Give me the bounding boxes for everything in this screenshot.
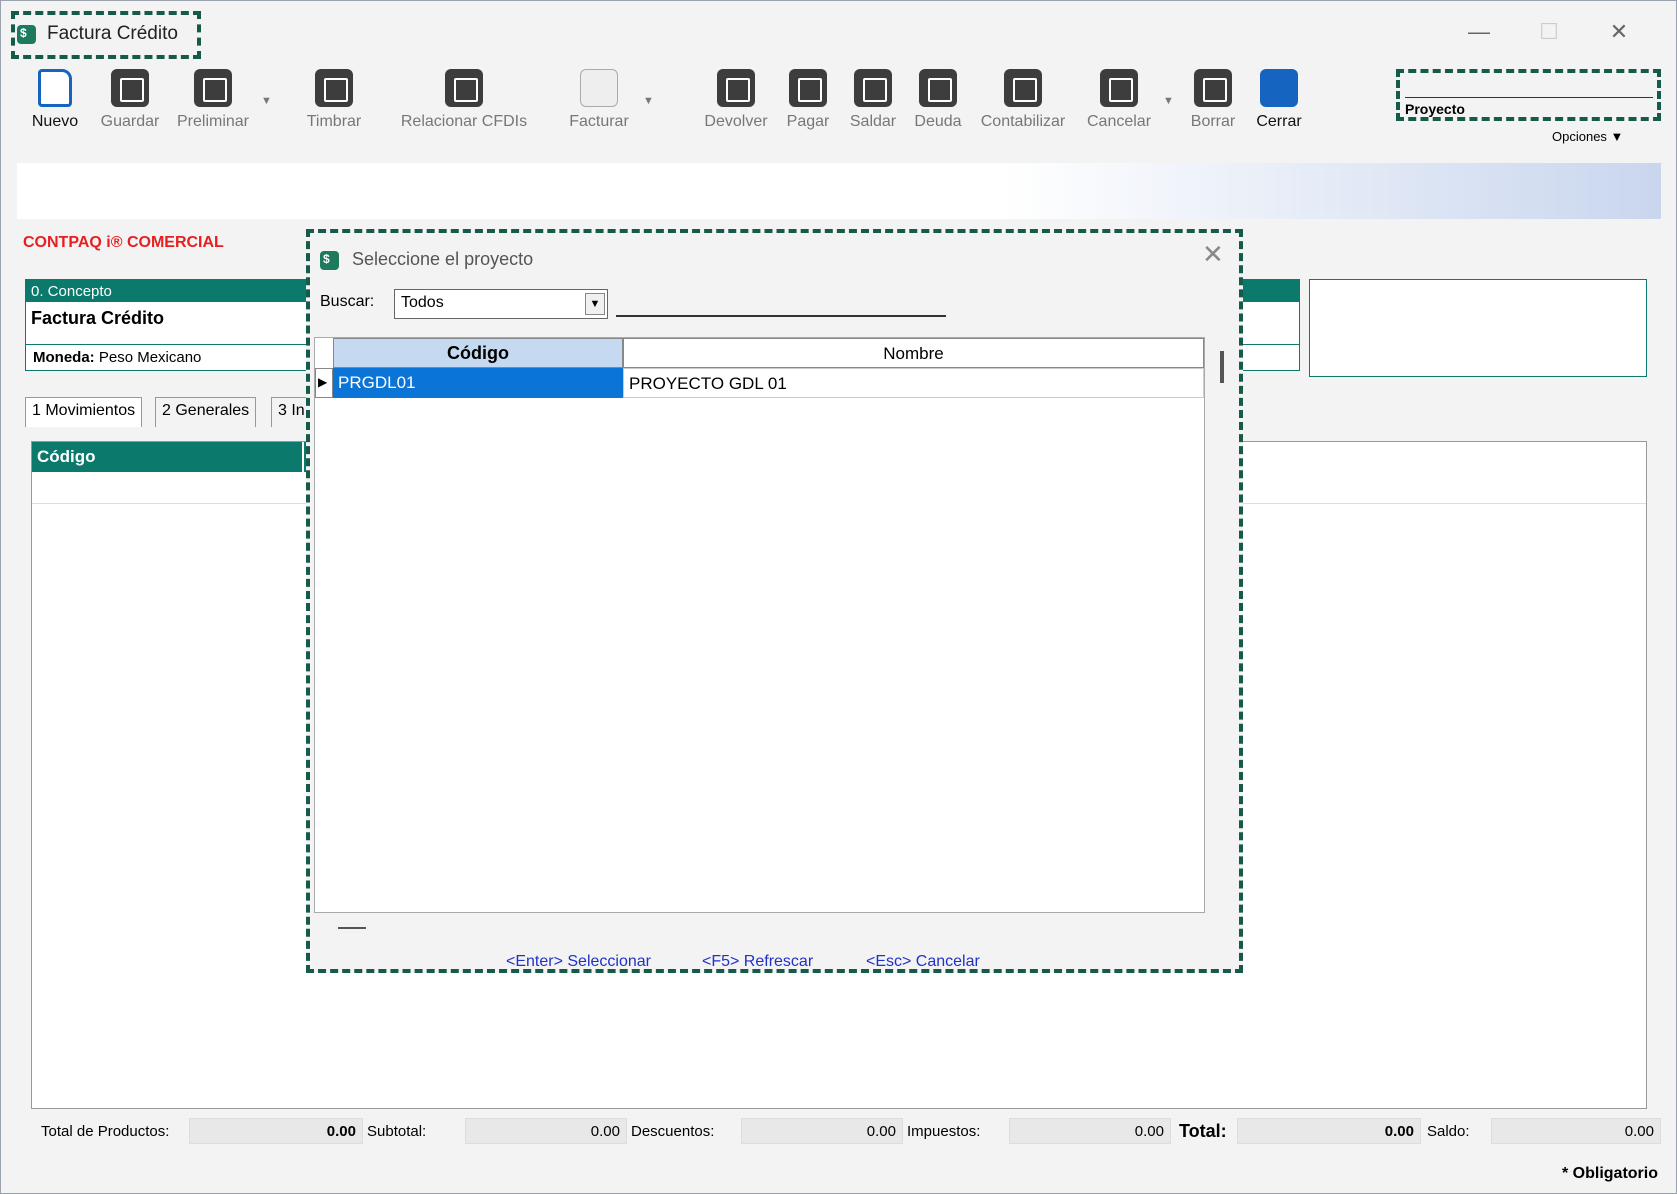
proyecto-grid: Código Nombre ▶ PRGDL01 PROYECTO GDL 01 bbox=[314, 337, 1205, 913]
exit-icon bbox=[1260, 69, 1298, 107]
col-codigo-header[interactable]: Código bbox=[333, 338, 623, 368]
proyecto-label: Proyecto bbox=[1405, 101, 1465, 117]
borrar-button[interactable]: Borrar bbox=[1185, 69, 1241, 131]
close-button[interactable]: ✕ bbox=[1599, 17, 1639, 47]
proyecto-underline bbox=[1405, 97, 1653, 98]
total-value: 0.00 bbox=[1237, 1118, 1421, 1144]
table-row-codigo[interactable]: PRGDL01 bbox=[333, 368, 623, 398]
buscar-label: Buscar: bbox=[320, 293, 375, 310]
pagar-label: Pagar bbox=[786, 113, 830, 130]
moneda-label: Moneda: bbox=[33, 349, 95, 366]
new-document-icon bbox=[38, 69, 72, 107]
preview-icon bbox=[194, 69, 232, 107]
invoice-icon bbox=[580, 69, 618, 107]
copy-docs-icon bbox=[445, 69, 483, 107]
cerrar-button[interactable]: Cerrar bbox=[1251, 69, 1307, 131]
title-highlight bbox=[11, 11, 201, 59]
dialog-divider bbox=[310, 913, 1239, 917]
chevron-down-icon[interactable]: ▼ bbox=[585, 293, 605, 315]
impuestos-label: Impuestos: bbox=[907, 1123, 981, 1140]
total-productos-label: Total de Productos: bbox=[41, 1123, 170, 1140]
seleccione-proyecto-dialog: Seleccione el proyecto ✕ Buscar: Todos ▼… bbox=[306, 229, 1243, 973]
enter-shortcut[interactable]: <Enter> Seleccionar bbox=[506, 953, 651, 971]
ledger-icon bbox=[1004, 69, 1042, 107]
payment-icon bbox=[789, 69, 827, 107]
dialog-close-button[interactable]: ✕ bbox=[1202, 239, 1224, 270]
f5-shortcut[interactable]: <F5> Refrescar bbox=[702, 953, 813, 971]
cerrar-label: Cerrar bbox=[1256, 113, 1302, 130]
deuda-label: Deuda bbox=[914, 113, 962, 130]
pagar-button[interactable]: Pagar bbox=[781, 69, 835, 131]
dialog-title: Seleccione el proyecto bbox=[352, 249, 534, 269]
concepto-value: Factura Crédito bbox=[31, 308, 165, 328]
search-input[interactable] bbox=[616, 315, 946, 317]
delete-x-icon bbox=[1194, 69, 1232, 107]
check-icon bbox=[111, 69, 149, 107]
descuentos-value: 0.00 bbox=[741, 1118, 903, 1144]
maximize-button[interactable]: ☐ bbox=[1529, 17, 1569, 47]
opciones-dropdown[interactable]: Opciones ▼ bbox=[1552, 129, 1623, 144]
tab-generales[interactable]: 2 Generales bbox=[155, 397, 257, 427]
facturar-dropdown-icon[interactable]: ▼ bbox=[643, 95, 654, 107]
main-window: Factura Crédito — ☐ ✕ Nuevo Guardar Prel… bbox=[0, 0, 1677, 1194]
saldar-label: Saldar bbox=[849, 113, 897, 130]
nuevo-button[interactable]: Nuevo bbox=[27, 69, 83, 131]
col-nombre-header[interactable]: Nombre bbox=[623, 338, 1204, 368]
header-band bbox=[17, 163, 1661, 219]
stamp-icon bbox=[315, 69, 353, 107]
cancelar-button[interactable]: Cancelar bbox=[1081, 69, 1157, 131]
guardar-label: Guardar bbox=[100, 113, 160, 130]
row-pointer-icon: ▶ bbox=[315, 368, 333, 398]
deuda-button[interactable]: Deuda bbox=[911, 69, 965, 131]
preliminar-dropdown-icon[interactable]: ▼ bbox=[261, 95, 272, 107]
facturar-label: Facturar bbox=[569, 113, 629, 130]
guardar-button[interactable]: Guardar bbox=[93, 69, 167, 131]
total-productos-value: 0.00 bbox=[189, 1118, 363, 1144]
grid-col-codigo[interactable]: Código bbox=[32, 442, 302, 472]
horizontal-scrollbar[interactable] bbox=[338, 927, 366, 929]
buscar-value: Todos bbox=[401, 294, 444, 311]
vertical-scrollbar[interactable] bbox=[1220, 351, 1224, 383]
table-row-nombre[interactable]: PROYECTO GDL 01 bbox=[623, 368, 1204, 398]
settle-icon bbox=[854, 69, 892, 107]
borrar-label: Borrar bbox=[1190, 113, 1236, 130]
nuevo-label: Nuevo bbox=[31, 113, 79, 130]
subtotal-label: Subtotal: bbox=[367, 1123, 427, 1140]
preliminar-button[interactable]: Preliminar bbox=[173, 69, 253, 131]
contabilizar-button[interactable]: Contabilizar bbox=[975, 69, 1071, 131]
relacionar-label: Relacionar CFDIs bbox=[400, 113, 528, 130]
cancelar-dropdown-icon[interactable]: ▼ bbox=[1163, 95, 1174, 107]
dialog-app-icon bbox=[320, 251, 339, 270]
facturar-button[interactable]: Facturar bbox=[563, 69, 635, 131]
moneda-value: Peso Mexicano bbox=[98, 349, 202, 366]
brand-label: CONTPAQ i® COMERCIAL bbox=[23, 234, 224, 251]
devolver-label: Devolver bbox=[704, 113, 768, 130]
total-label: Total: bbox=[1179, 1121, 1227, 1141]
title-bar: Factura Crédito — ☐ ✕ bbox=[1, 1, 1676, 63]
subtotal-value: 0.00 bbox=[465, 1118, 627, 1144]
timbrar-label: Timbrar bbox=[306, 113, 362, 130]
saldo-value: 0.00 bbox=[1491, 1118, 1661, 1144]
devolver-button[interactable]: Devolver bbox=[701, 69, 771, 131]
impuestos-value: 0.00 bbox=[1009, 1118, 1171, 1144]
timbrar-button[interactable]: Timbrar bbox=[301, 69, 367, 131]
saldar-button[interactable]: Saldar bbox=[845, 69, 901, 131]
esc-shortcut[interactable]: <Esc> Cancelar bbox=[866, 953, 980, 971]
minimize-button[interactable]: — bbox=[1459, 17, 1499, 47]
proyecto-panel[interactable]: Proyecto bbox=[1396, 69, 1661, 121]
return-icon bbox=[717, 69, 755, 107]
preliminar-label: Preliminar bbox=[176, 113, 249, 130]
relacionar-cfdis-button[interactable]: Relacionar CFDIs bbox=[393, 69, 535, 131]
saldo-label: Saldo: bbox=[1427, 1123, 1470, 1140]
cancel-circle-icon bbox=[1100, 69, 1138, 107]
buscar-combo[interactable]: Todos ▼ bbox=[394, 289, 608, 319]
cancelar-label: Cancelar bbox=[1086, 113, 1152, 130]
descuentos-label: Descuentos: bbox=[631, 1123, 715, 1140]
contabilizar-label: Contabilizar bbox=[980, 113, 1066, 130]
obligatorio-note: * Obligatorio bbox=[1562, 1165, 1658, 1182]
tab-movimientos[interactable]: 1 Movimientos bbox=[25, 397, 143, 427]
info-box bbox=[1309, 279, 1647, 377]
debt-icon bbox=[919, 69, 957, 107]
totals-bar: Total de Productos: 0.00 Subtotal: 0.00 … bbox=[17, 1117, 1661, 1147]
